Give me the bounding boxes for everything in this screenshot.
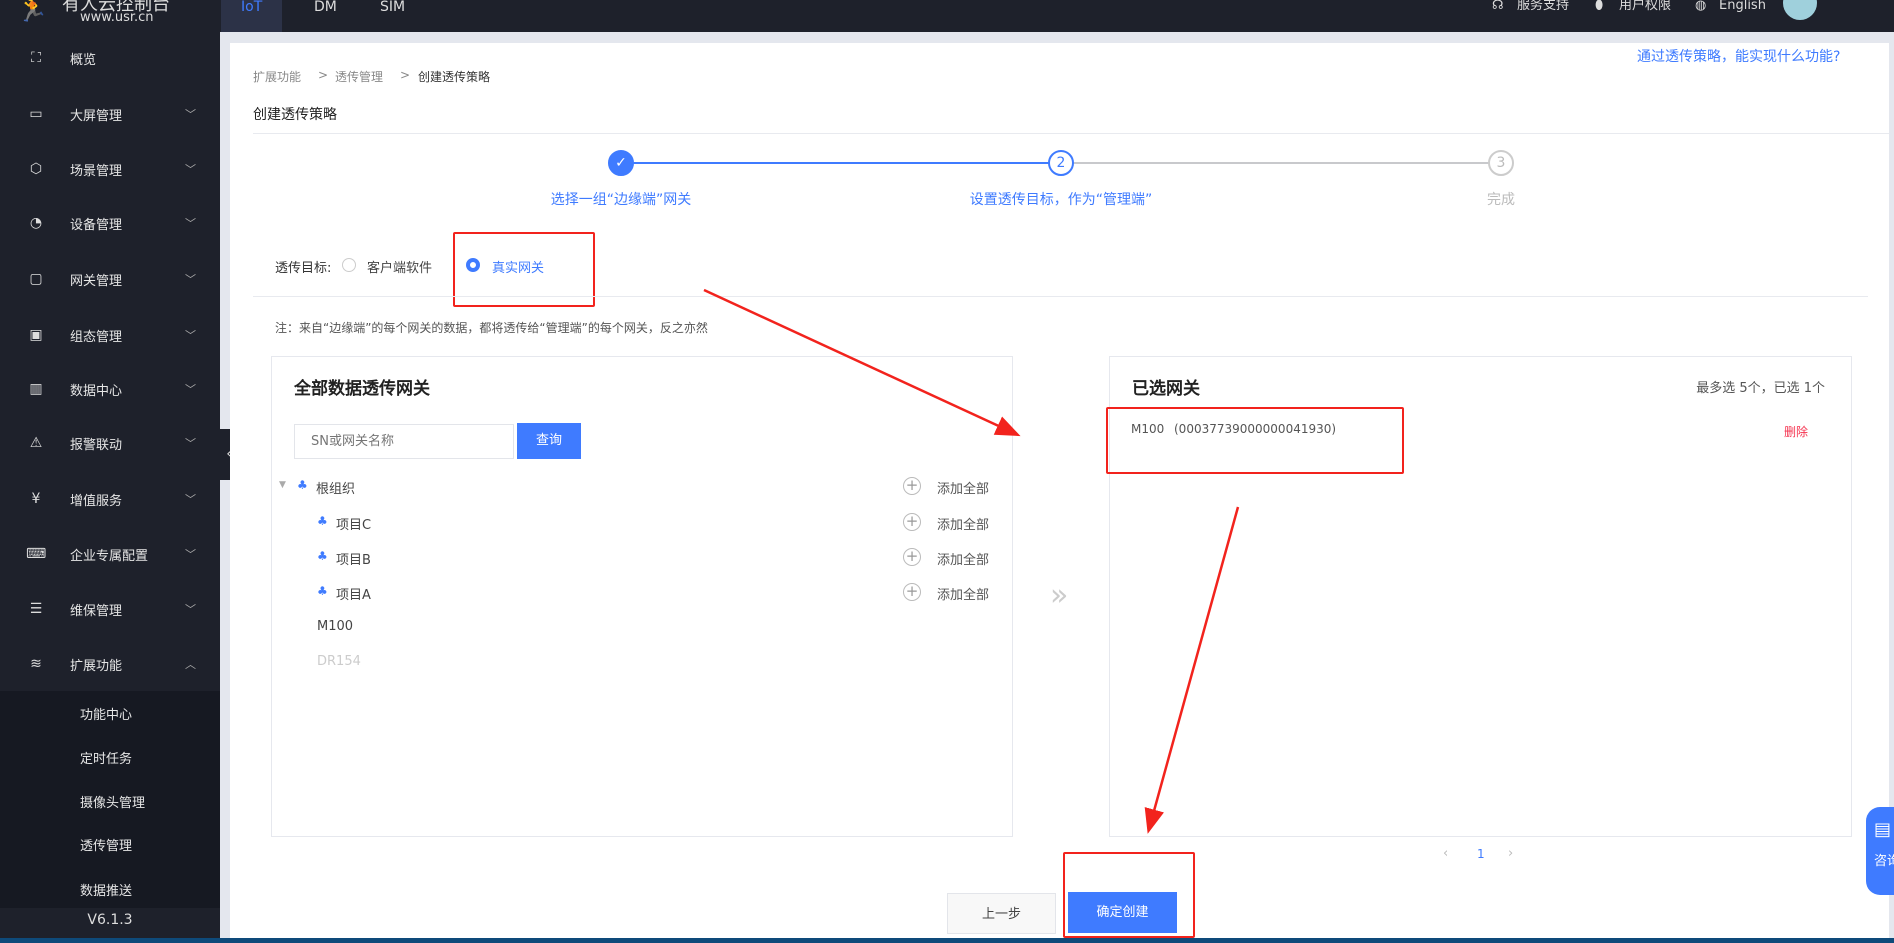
annotation-arrow <box>1144 506 1240 834</box>
annotation-arrows <box>703 288 1240 834</box>
annotation-arrow <box>703 288 1021 437</box>
